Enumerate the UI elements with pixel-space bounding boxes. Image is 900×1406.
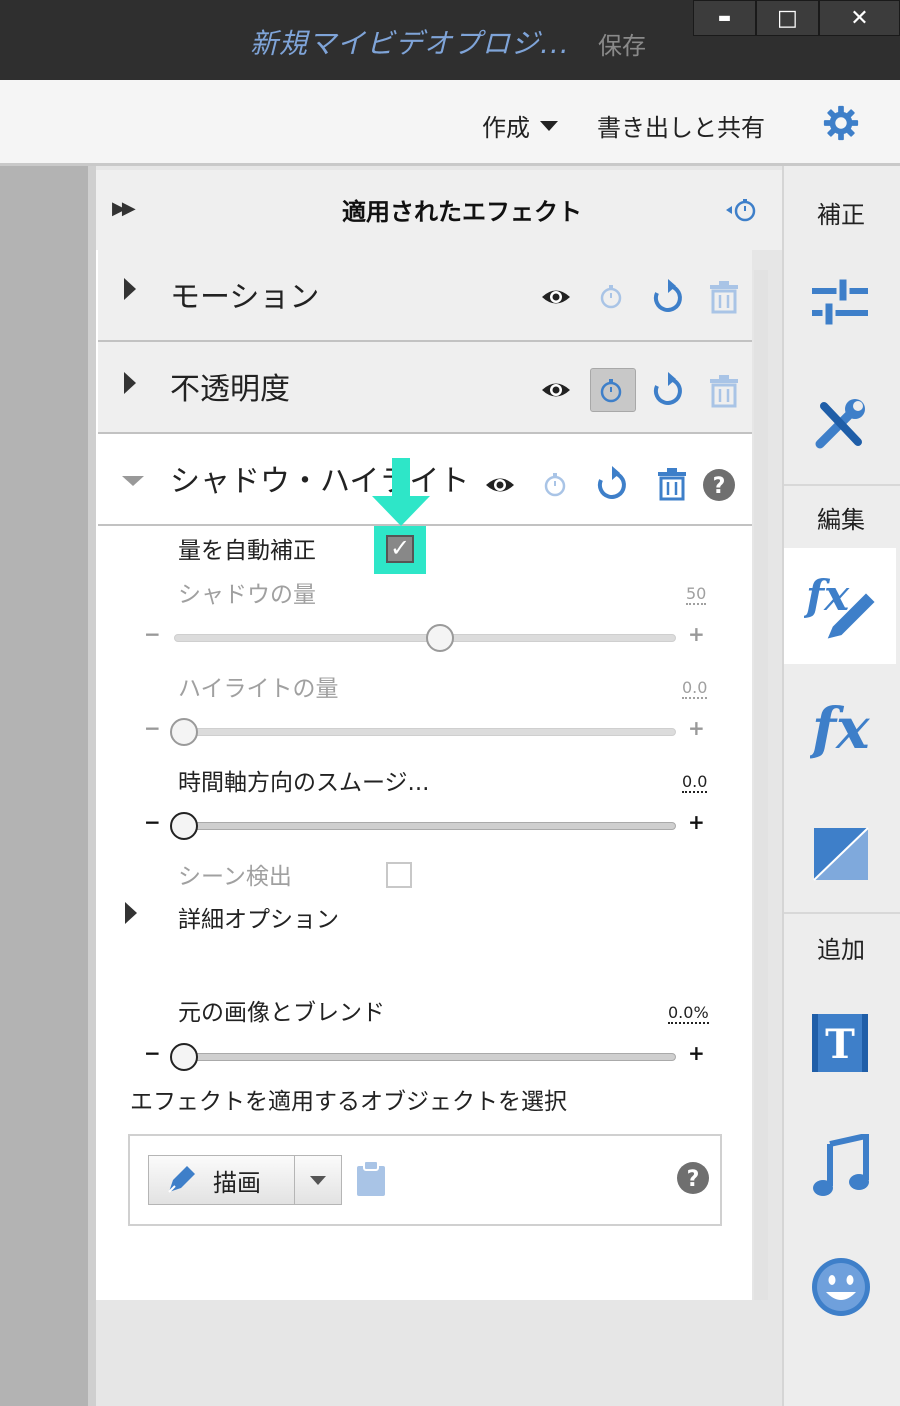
title-text-icon[interactable]: T [810, 1012, 870, 1074]
sidebar-section-adjust: 補正 [817, 201, 865, 229]
plus-icon[interactable]: + [688, 1041, 705, 1065]
highlight-amount-track[interactable] [174, 728, 676, 736]
minus-icon[interactable]: − [144, 716, 161, 740]
draw-button[interactable]: 描画 [148, 1155, 342, 1205]
help-icon[interactable]: ? [702, 468, 736, 502]
auto-amount-checkbox[interactable]: ✓ [386, 535, 414, 563]
reset-icon[interactable] [594, 465, 630, 503]
window-controls: ▬ □ ✕ [693, 0, 900, 36]
clipboard-icon[interactable] [354, 1158, 388, 1198]
title-bar: 新規マイビデオプロジ... 保存 ▬ □ ✕ [0, 0, 900, 80]
save-button[interactable]: 保存 [598, 26, 646, 61]
expand-triangle-icon[interactable] [125, 902, 137, 924]
project-title: 新規マイビデオプロジ... [250, 27, 570, 60]
trash-icon[interactable] [708, 280, 740, 314]
scene-detect-label: シーン検出 [178, 864, 292, 890]
scene-detect-checkbox[interactable] [386, 862, 412, 888]
pointer-arrow-icon [372, 458, 430, 526]
highlight-amount-value[interactable]: 0.0 [682, 678, 708, 699]
stopwatch-icon[interactable] [598, 376, 624, 404]
svg-text:?: ? [713, 474, 726, 499]
draw-dropdown-button[interactable] [295, 1156, 341, 1204]
reset-icon[interactable] [650, 278, 686, 316]
minus-icon[interactable]: − [144, 1041, 161, 1065]
expand-triangle-icon[interactable] [124, 372, 136, 394]
highlight-amount-label: ハイライトの量 [178, 676, 339, 702]
tools-icon[interactable] [812, 396, 868, 452]
shadow-amount-label: シャドウの量 [178, 582, 316, 608]
eye-icon[interactable] [540, 377, 572, 403]
gear-icon[interactable] [822, 104, 860, 142]
more-options-toggle[interactable]: 詳細オプション [178, 900, 339, 934]
highlight-amount-thumb[interactable] [170, 718, 198, 746]
chevron-down-icon [540, 120, 558, 131]
minimize-icon: ▬ [717, 10, 732, 26]
object-select-label: エフェクトを適用するオブジェクトを選択 [130, 1089, 567, 1115]
stopwatch-icon[interactable] [598, 282, 624, 310]
close-button[interactable]: ✕ [818, 0, 900, 36]
close-icon: ✕ [850, 5, 869, 31]
sidebar-section-edit: 編集 [817, 506, 865, 534]
sidebar-divider [784, 484, 900, 486]
shadow-amount-thumb[interactable] [426, 624, 454, 652]
fx-edit-icon[interactable]: fx [804, 570, 880, 644]
collapse-triangle-icon[interactable] [122, 476, 144, 486]
expand-triangle-icon[interactable] [124, 278, 136, 300]
maximize-button[interactable]: □ [755, 0, 819, 36]
right-sidebar [782, 166, 900, 1406]
sidebar-section-add: 追加 [817, 936, 865, 964]
eye-icon[interactable] [484, 472, 516, 498]
panel-title: 適用されたエフェクト [342, 198, 582, 226]
maximize-icon: □ [776, 5, 798, 31]
temporal-smoothing-track[interactable] [174, 822, 676, 830]
trash-icon[interactable] [708, 374, 740, 408]
create-menu-label: 作成 [482, 114, 530, 142]
shadow-amount-value[interactable]: 50 [686, 584, 707, 605]
minus-icon[interactable]: − [144, 810, 161, 834]
minimize-button[interactable]: ▬ [693, 0, 756, 36]
plus-icon[interactable]: + [688, 810, 705, 834]
draw-button-main[interactable]: 描画 [149, 1156, 295, 1204]
trash-icon[interactable] [656, 467, 688, 501]
transitions-icon[interactable] [812, 826, 870, 882]
plus-icon[interactable]: + [688, 716, 705, 740]
stopwatch-icon[interactable] [542, 470, 568, 498]
blend-original-thumb[interactable] [170, 1043, 198, 1071]
smiley-graphics-icon[interactable] [810, 1256, 872, 1318]
left-gutter [0, 166, 88, 1406]
collapse-panel-icon[interactable]: ▶▶ [112, 198, 136, 219]
svg-text:fx: fx [804, 571, 850, 620]
create-menu[interactable]: 作成 [482, 108, 558, 143]
shadow-amount-track[interactable] [174, 634, 676, 642]
plus-icon[interactable]: + [688, 622, 705, 646]
blend-original-value[interactable]: 0.0% [668, 1003, 709, 1024]
temporal-smoothing-thumb[interactable] [170, 812, 198, 840]
svg-text:T: T [825, 1021, 855, 1068]
scrollbar[interactable] [754, 270, 768, 1300]
menu-bar: 作成 書き出しと共有 [0, 80, 900, 166]
blend-original-track[interactable] [174, 1053, 676, 1061]
temporal-smoothing-value[interactable]: 0.0 [682, 772, 708, 793]
effect-name: 不透明度 [170, 372, 290, 407]
svg-text:?: ? [687, 1167, 700, 1192]
fx-effects-icon[interactable]: fx [810, 696, 870, 760]
eye-icon[interactable] [540, 284, 572, 310]
reset-icon[interactable] [650, 371, 686, 409]
music-note-icon[interactable] [812, 1134, 870, 1200]
adjust-sliders-icon[interactable] [810, 276, 870, 330]
blend-original-label: 元の画像とブレンド [178, 1000, 385, 1026]
svg-text:fx: fx [810, 696, 870, 760]
draw-button-label: 描画 [213, 1168, 261, 1197]
keyframe-timer-icon[interactable] [724, 196, 758, 224]
help-icon[interactable]: ? [676, 1161, 710, 1195]
effect-name: モーション [170, 280, 320, 315]
chevron-down-icon [310, 1175, 326, 1185]
temporal-smoothing-label: 時間軸方向のスムージ... [178, 770, 430, 796]
auto-amount-label: 量を自動補正 [178, 538, 316, 564]
minus-icon[interactable]: − [144, 622, 161, 646]
sidebar-divider [784, 912, 900, 914]
export-share-menu[interactable]: 書き出しと共有 [597, 108, 765, 143]
pen-icon [168, 1166, 195, 1193]
